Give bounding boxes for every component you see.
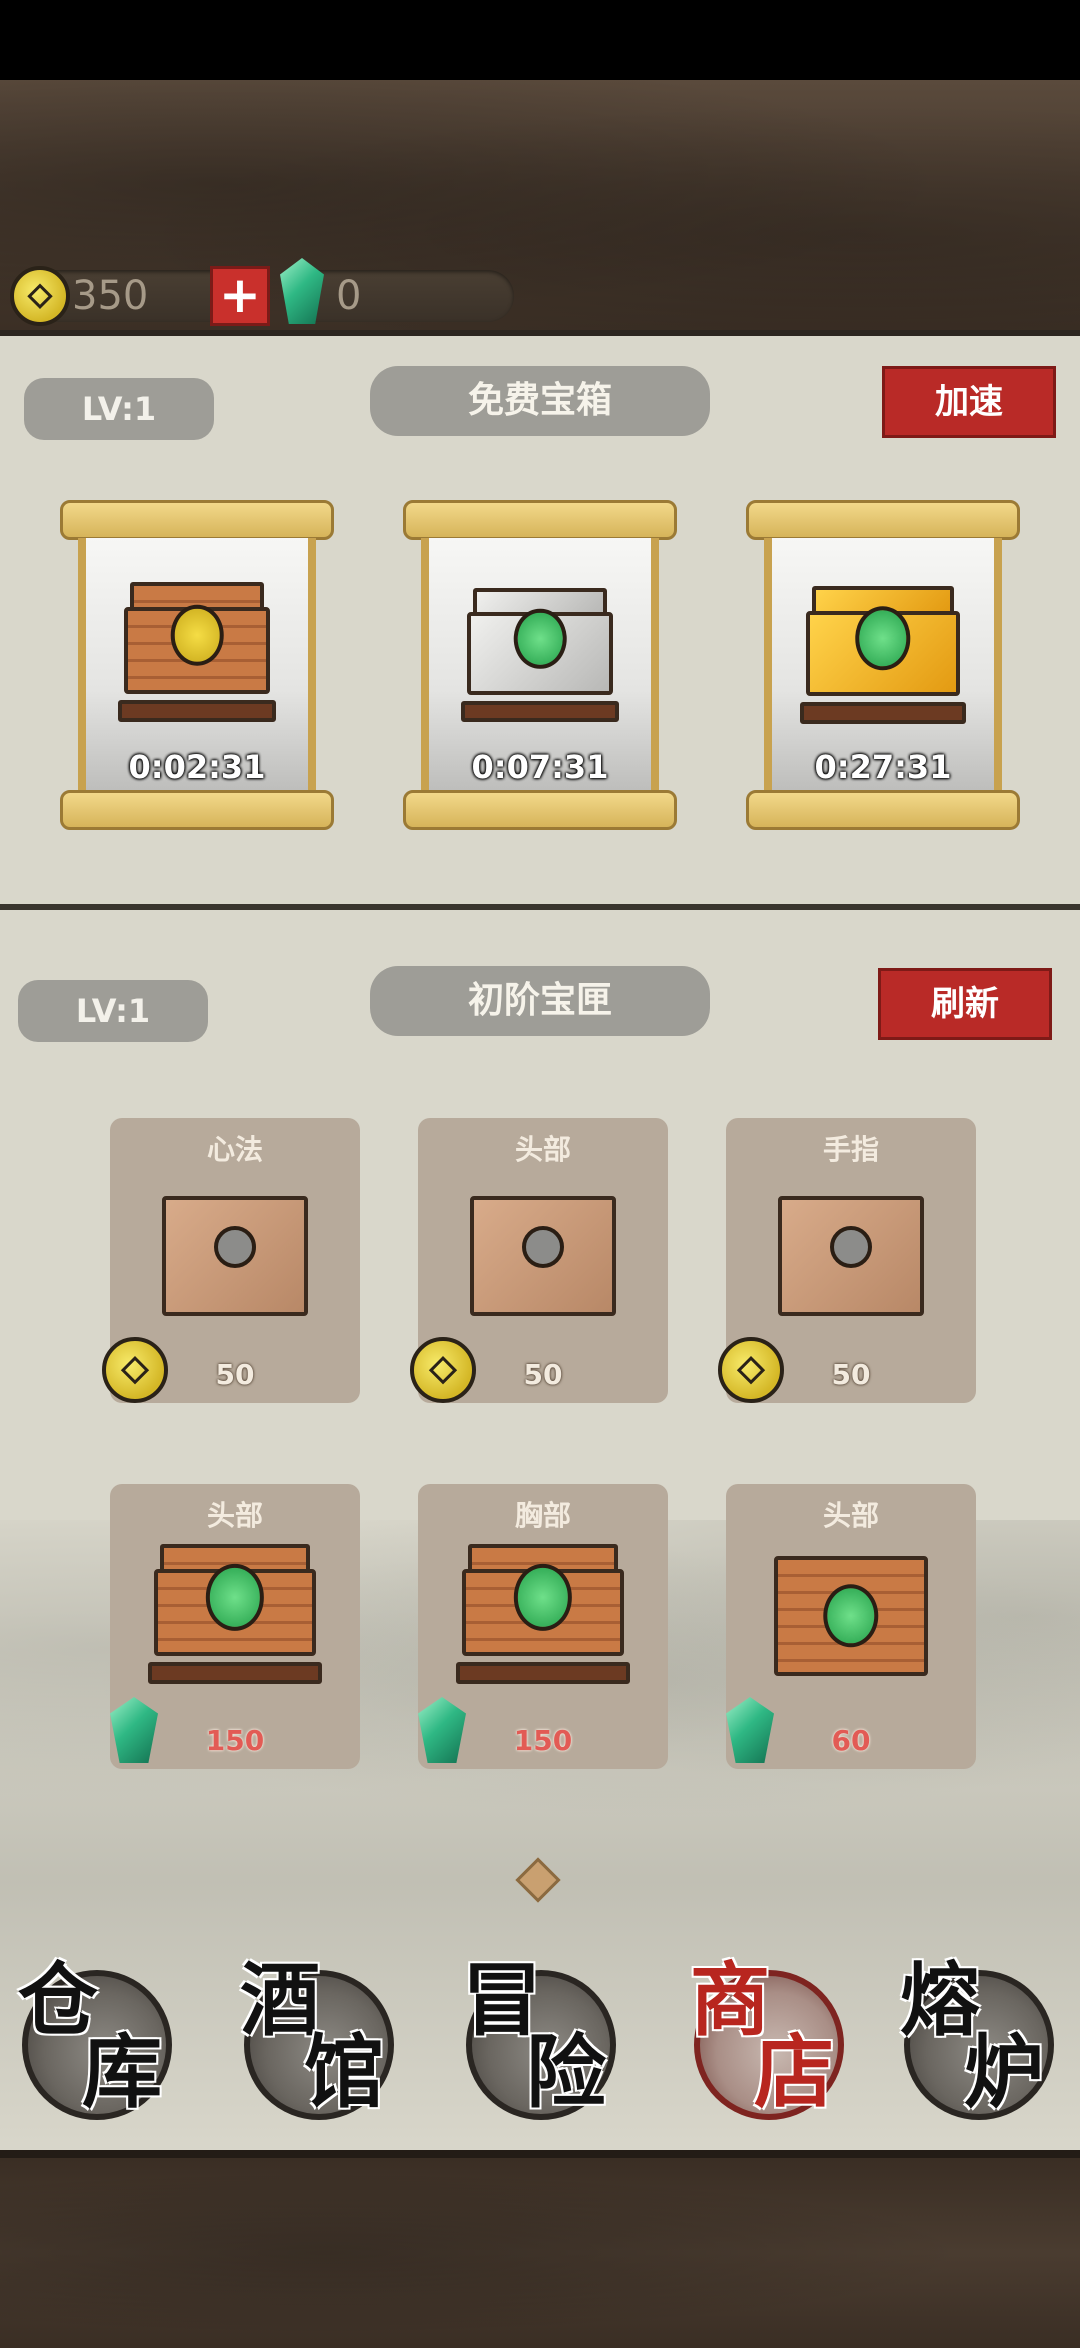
nav-tavern[interactable]: 酒 馆 [240, 1960, 394, 2120]
item-name: 手指 [822, 1133, 879, 1166]
silver-chest-icon [461, 588, 619, 722]
item-price: 150 [513, 1724, 573, 1757]
wooden-chest-icon [455, 1544, 631, 1684]
item-name: 头部 [822, 1499, 879, 1532]
nav-label-bottom: 店 [754, 2025, 834, 2119]
free-chest-slot-1[interactable]: 0:02:31 [60, 500, 334, 830]
wooden-chest-icon [118, 582, 276, 722]
shop-item-card[interactable]: 胸部 150 [418, 1484, 668, 1769]
chest-timer: 0:27:31 [814, 748, 952, 786]
item-name: 心法 [206, 1133, 263, 1166]
gem-amount: 0 [336, 273, 362, 319]
nav-warehouse[interactable]: 仓 库 [18, 1960, 172, 2120]
mystery-box-icon [778, 1196, 924, 1316]
item-price: 60 [831, 1724, 871, 1757]
nav-label-bottom: 库 [82, 2025, 162, 2119]
shop-level: LV:1 [18, 980, 208, 1042]
nav-adventure[interactable]: 冒 险 [462, 1960, 616, 2120]
shop-item-card[interactable]: 头部 60 [726, 1484, 976, 1769]
gem-counter [290, 270, 514, 322]
free-chest-slot-3[interactable]: 0:27:31 [746, 500, 1020, 830]
shop-item-card[interactable]: 头部 50 [410, 1118, 668, 1403]
nav-shop[interactable]: 商 店 [690, 1960, 844, 2120]
wooden-chest-icon [774, 1556, 928, 1676]
refresh-button[interactable]: 刷新 [878, 968, 1052, 1040]
plus-icon: + [219, 266, 261, 324]
add-coins-button[interactable]: + [210, 266, 270, 326]
chest-timer: 0:02:31 [128, 748, 266, 786]
shop-item-card[interactable]: 心法 50 [102, 1118, 360, 1403]
coin-amount: 350 [72, 273, 149, 319]
speed-up-button[interactable]: 加速 [882, 366, 1056, 438]
item-price: 50 [831, 1358, 871, 1391]
shop-title: 初阶宝匣 [370, 966, 710, 1036]
scroll-rod-bottom [60, 790, 334, 830]
item-name: 头部 [514, 1133, 571, 1166]
item-price: 50 [215, 1358, 255, 1391]
shop-item-card[interactable]: 头部 150 [110, 1484, 360, 1769]
scroll-rod-top [60, 500, 334, 540]
coin-icon [10, 266, 70, 326]
item-price: 50 [523, 1358, 563, 1391]
scroll-rod-top [403, 500, 677, 540]
status-bar [0, 0, 1080, 80]
free-chest-slot-2[interactable]: 0:07:31 [403, 500, 677, 830]
free-chest-level: LV:1 [24, 378, 214, 440]
free-chest-title: 免费宝箱 [370, 366, 710, 436]
chest-timer: 0:07:31 [471, 748, 609, 786]
item-name: 头部 [206, 1499, 263, 1532]
mystery-box-icon [470, 1196, 616, 1316]
item-price: 150 [205, 1724, 265, 1757]
section-divider [0, 904, 1080, 910]
scroll-rod-bottom [746, 790, 1020, 830]
mystery-box-icon [162, 1196, 308, 1316]
nav-label-bottom: 馆 [304, 2025, 384, 2119]
scroll-rod-bottom [403, 790, 677, 830]
nav-furnace[interactable]: 熔 炉 [900, 1960, 1054, 2120]
nav-label-bottom: 险 [526, 2025, 606, 2119]
bottom-wood-background [0, 2150, 1080, 2348]
gold-chest-icon [799, 586, 967, 724]
wooden-chest-icon [147, 1544, 323, 1684]
shop-item-card[interactable]: 手指 50 [718, 1118, 976, 1403]
nav-label-bottom: 炉 [964, 2025, 1044, 2119]
scroll-rod-top [746, 500, 1020, 540]
item-name: 胸部 [514, 1499, 571, 1532]
